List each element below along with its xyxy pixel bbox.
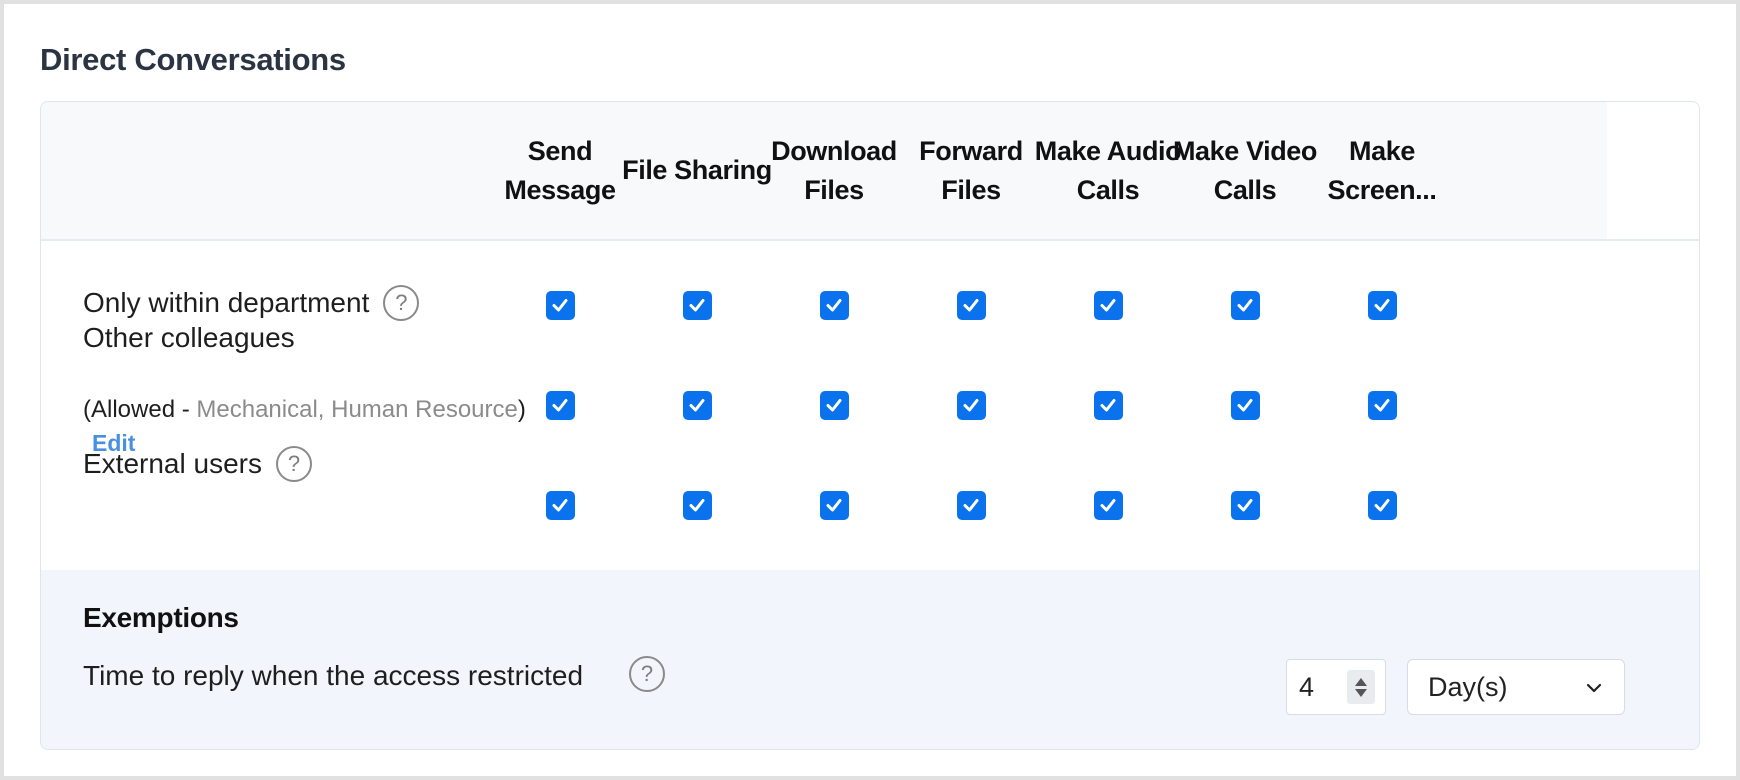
allowed-departments-note: (Allowed - Mechanical, Human Resource) (83, 396, 526, 424)
exemptions-label: Time to reply when the access restricted (83, 660, 584, 691)
checkbox-within-department-forward-files[interactable] (956, 290, 986, 320)
checkbox-external-users-forward-files[interactable] (956, 490, 986, 520)
checkbox-other-colleagues-file-sharing[interactable] (682, 390, 712, 420)
checkbox-external-users-file-sharing[interactable] (682, 490, 712, 520)
column-header-screen-share: Make Screen... (1327, 135, 1437, 205)
row-label-other-colleagues: Other colleagues (83, 322, 295, 354)
column-header-file-sharing: File Sharing (622, 155, 772, 185)
column-header-video-calls: Make Video Calls (1172, 135, 1318, 205)
reply-time-unit-value: Day(s) (1428, 672, 1508, 702)
help-icon[interactable]: ? (383, 285, 420, 321)
row-label-text: Other colleagues (83, 322, 295, 353)
allowed-suffix: ) (517, 396, 526, 423)
column-header-download-files: Download Files (771, 135, 897, 205)
reply-time-unit-select[interactable]: Day(s) (1407, 659, 1625, 715)
reply-time-value: 4 (1299, 672, 1315, 702)
chevron-down-icon (1586, 683, 1602, 693)
checkbox-other-colleagues-forward-files[interactable] (956, 390, 986, 420)
checkbox-within-department-screen-share[interactable] (1367, 290, 1397, 320)
reply-time-number-input[interactable]: 4 (1286, 659, 1386, 715)
checkbox-external-users-send-message[interactable] (545, 490, 575, 520)
permissions-card: Send Message File Sharing Download Files… (40, 101, 1700, 750)
checkbox-within-department-send-message[interactable] (545, 290, 575, 320)
row-label-text: External users (83, 448, 262, 479)
checkbox-within-department-file-sharing[interactable] (682, 290, 712, 320)
spinner-down-icon[interactable] (1355, 688, 1367, 697)
checkbox-other-colleagues-download-files[interactable] (819, 390, 849, 420)
row-label-text: Only within department (83, 287, 370, 318)
allowed-prefix: (Allowed - (83, 396, 197, 423)
column-header-audio-calls: Make Audio Calls (1034, 135, 1182, 205)
help-icon[interactable]: ? (275, 446, 312, 482)
column-header-forward-files: Forward Files (919, 135, 1023, 205)
row-label-external-users: External users ? (83, 446, 312, 482)
checkbox-external-users-screen-share[interactable] (1367, 490, 1397, 520)
checkbox-external-users-audio-calls[interactable] (1093, 490, 1123, 520)
checkbox-other-colleagues-screen-share[interactable] (1367, 390, 1397, 420)
checkbox-within-department-audio-calls[interactable] (1093, 290, 1123, 320)
checkbox-external-users-video-calls[interactable] (1230, 490, 1260, 520)
header-divider (41, 239, 1699, 241)
checkbox-other-colleagues-send-message[interactable] (545, 390, 575, 420)
checkbox-within-department-download-files[interactable] (819, 290, 849, 320)
row-label-within-department: Only within department ? (83, 285, 420, 321)
number-spinner[interactable] (1347, 670, 1375, 704)
checkbox-external-users-download-files[interactable] (819, 490, 849, 520)
table-header: Send Message File Sharing Download Files… (41, 102, 1607, 239)
checkbox-within-department-video-calls[interactable] (1230, 290, 1260, 320)
spinner-up-icon[interactable] (1355, 677, 1367, 686)
section-title: Direct Conversations (40, 42, 346, 77)
checkbox-other-colleagues-audio-calls[interactable] (1093, 390, 1123, 420)
exemptions-panel: Exemptions Time to reply when the access… (41, 570, 1699, 749)
exemptions-title: Exemptions (83, 602, 239, 633)
checkbox-other-colleagues-video-calls[interactable] (1230, 390, 1260, 420)
column-header-send-message: Send Message (504, 135, 616, 205)
help-icon[interactable]: ? (629, 656, 665, 692)
allowed-departments: Mechanical, Human Resource (196, 396, 518, 423)
